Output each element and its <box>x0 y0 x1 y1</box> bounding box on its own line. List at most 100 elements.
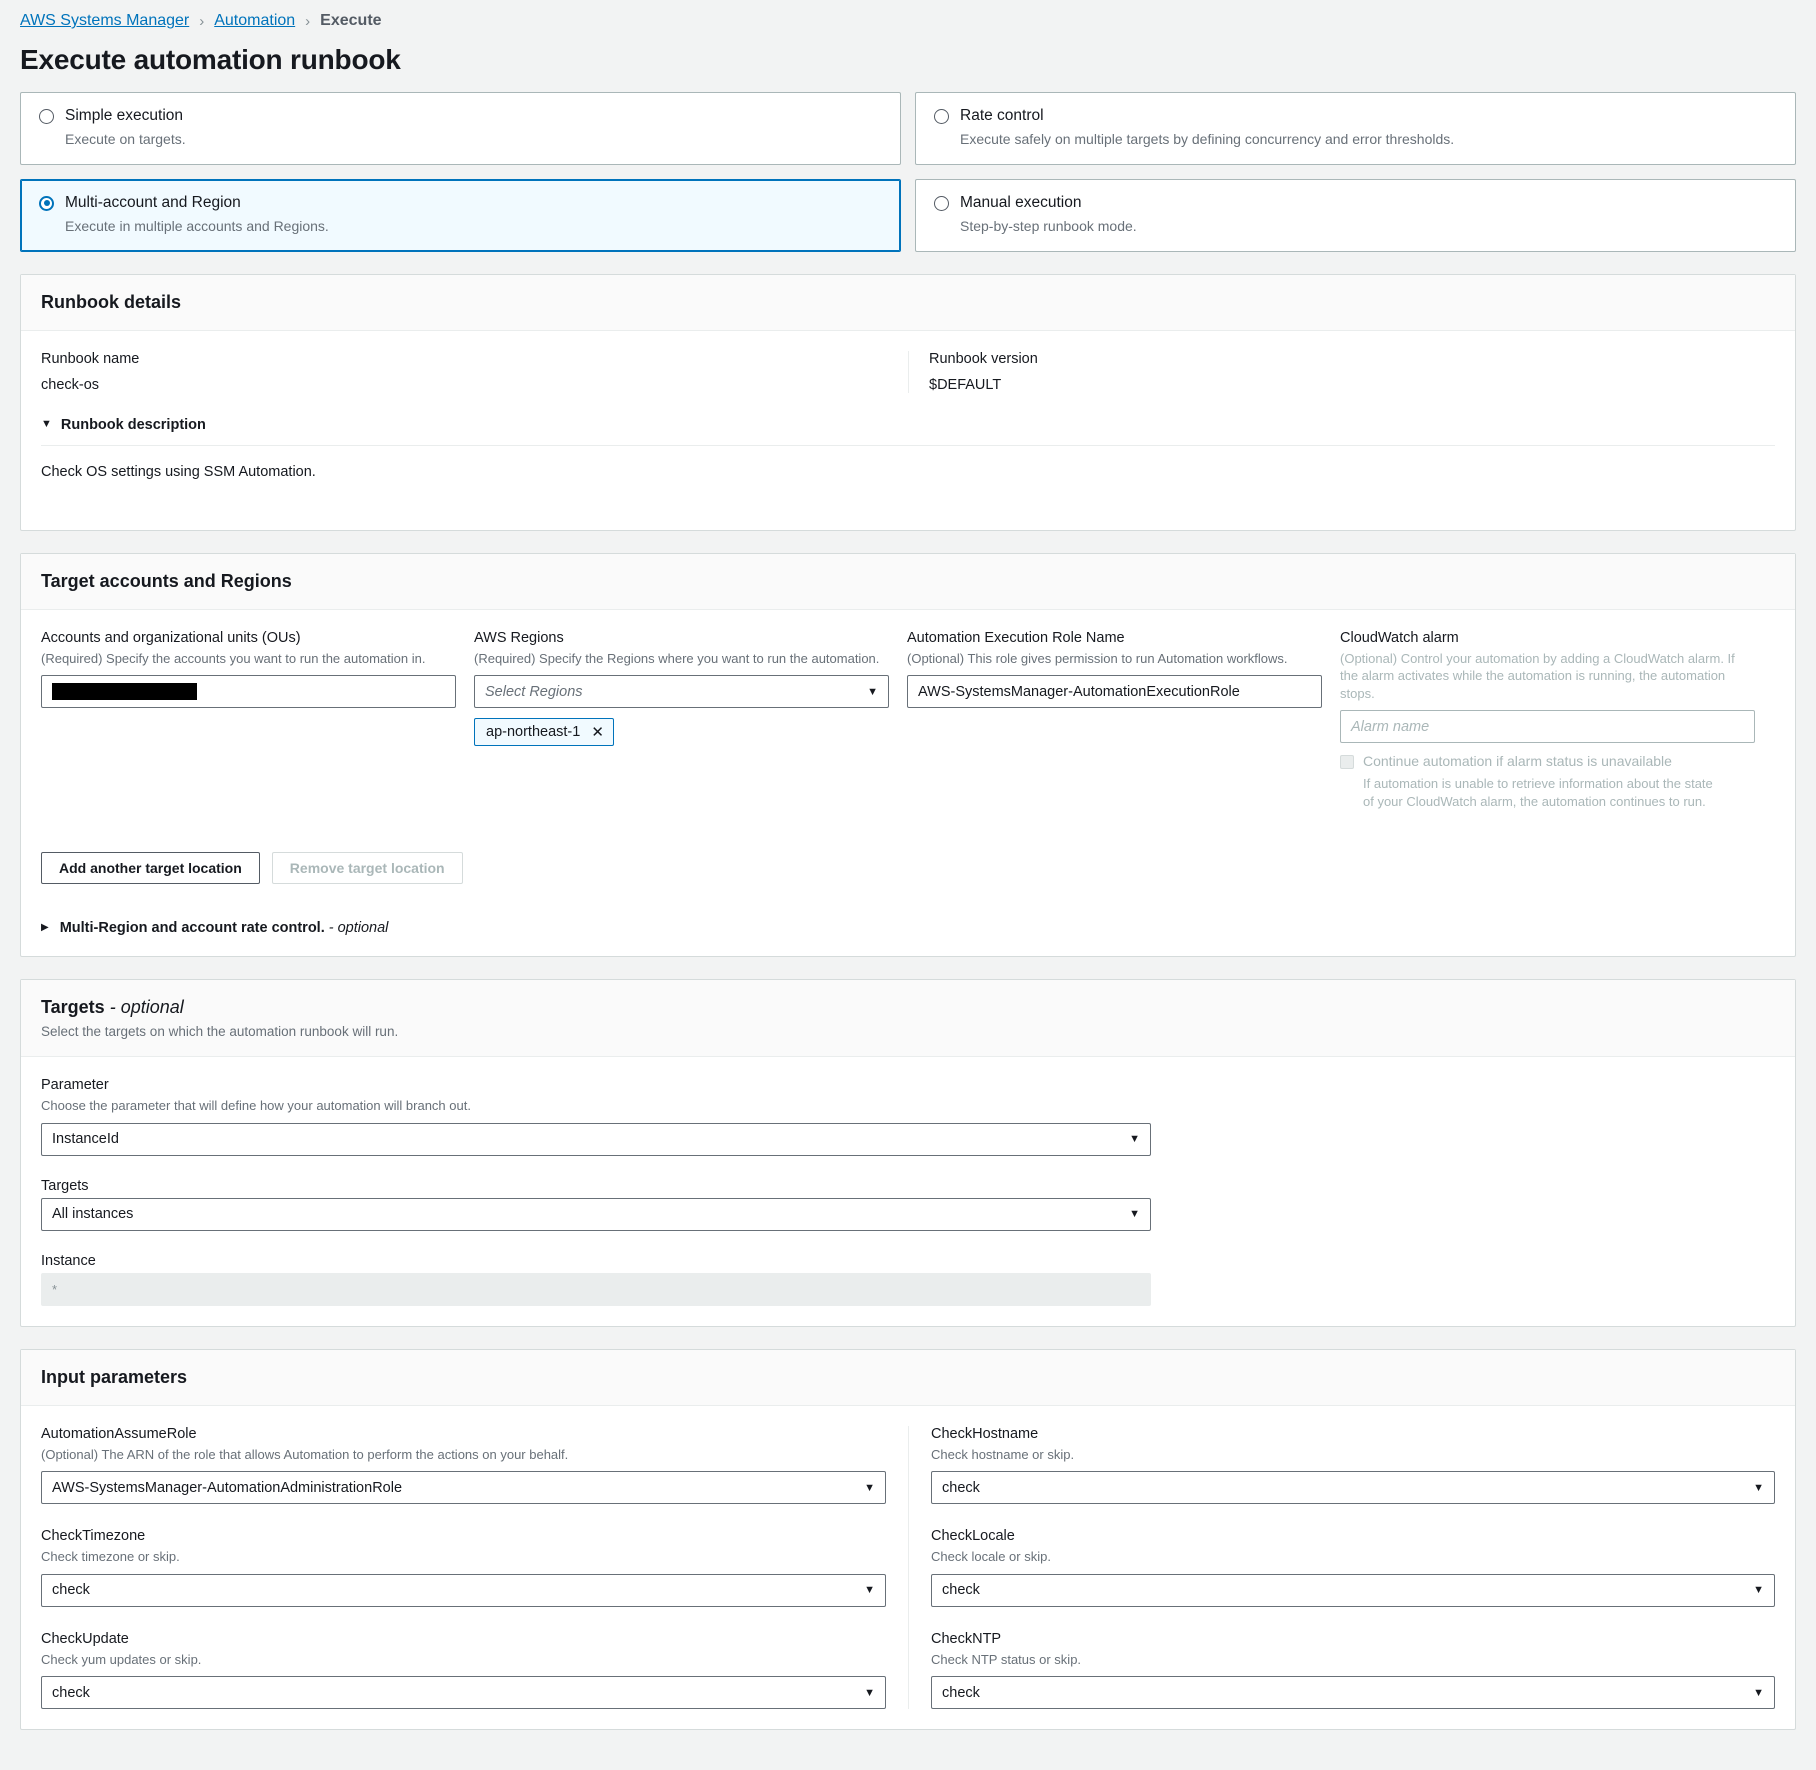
execution-role-input[interactable]: AWS-SystemsManager-AutomationExecutionRo… <box>907 675 1322 709</box>
input-parameters-body: AutomationAssumeRole (Optional) The ARN … <box>21 1406 1795 1730</box>
parameter-select[interactable]: InstanceId ▼ <box>41 1122 1151 1156</box>
add-another-target-location-button[interactable]: Add another target location <box>41 852 260 885</box>
param-label: CheckUpdate <box>41 1630 129 1647</box>
target-location-buttons: Add another target location Remove targe… <box>41 852 1775 885</box>
multi-region-rate-control-toggle[interactable]: ▶ Multi-Region and account rate control.… <box>41 920 1775 936</box>
cloudwatch-alarm-placeholder: Alarm name <box>1351 718 1430 735</box>
targets-title-text: Targets <box>41 997 105 1018</box>
instance-label: Instance <box>41 1252 96 1269</box>
param-select-value: AWS-SystemsManager-AutomationAdministrat… <box>52 1479 403 1496</box>
breadcrumb-item-automation[interactable]: Automation <box>214 12 295 30</box>
param-hint: Check yum updates or skip. <box>41 1651 202 1667</box>
target-accounts-body: Accounts and organizational units (OUs) … <box>21 610 1795 957</box>
runbook-description-toggle-label: Runbook description <box>60 416 206 433</box>
radio-multi-account-and-region[interactable] <box>39 195 54 211</box>
breadcrumb-item-aws-systems-manager[interactable]: AWS Systems Manager <box>20 12 189 30</box>
runbook-description-toggle[interactable]: ▼ Runbook description <box>41 417 1775 433</box>
execution-mode-group: Simple execution Execute on targets. Rat… <box>0 92 1816 252</box>
mode-card-simple-execution[interactable]: Simple execution Execute on targets. <box>20 92 901 165</box>
continue-automation-checkbox[interactable] <box>1340 755 1354 770</box>
runbook-version-label: Runbook version <box>929 350 1038 367</box>
param-select-checkntp[interactable]: check ▼ <box>931 1676 1775 1710</box>
targets-select[interactable]: All instances ▼ <box>41 1197 1151 1231</box>
regions-select-placeholder: Select Regions <box>485 683 583 700</box>
mode-desc-simple-execution: Execute on targets. <box>65 131 186 148</box>
chevron-down-icon: ▼ <box>1753 1584 1764 1597</box>
mode-label-simple-execution: Simple execution <box>65 107 184 124</box>
parameter-hint: Choose the parameter that will define ho… <box>41 1098 471 1114</box>
targets-header: Targets - optional Select the targets on… <box>21 980 1795 1058</box>
execution-role-label: Automation Execution Role Name <box>907 629 1125 646</box>
mode-card-multi-account-and-region[interactable]: Multi-account and Region Execute in mult… <box>20 178 901 252</box>
param-select-checkhostname[interactable]: check ▼ <box>931 1471 1775 1505</box>
breadcrumb-separator-icon: › <box>199 12 205 30</box>
runbook-name-value: check-os <box>41 376 100 393</box>
execute-automation-runbook-page: AWS Systems Manager › Automation › Execu… <box>0 0 1816 1770</box>
param-select-value: check <box>942 1582 980 1599</box>
runbook-version-value: $DEFAULT <box>929 376 1002 393</box>
runbook-details-body: Runbook name check-os Runbook version $D… <box>21 331 1795 530</box>
continue-automation-label: Continue automation if alarm status is u… <box>1363 753 1672 770</box>
close-icon[interactable]: ✕ <box>591 725 604 740</box>
input-parameters-title: Input parameters <box>41 1366 188 1387</box>
targets-subtitle: Select the targets on which the automati… <box>41 1024 399 1040</box>
regions-field-group: AWS Regions (Required) Specify the Regio… <box>474 630 907 811</box>
chevron-down-icon: ▼ <box>1753 1481 1764 1494</box>
param-select-checktimezone[interactable]: check ▼ <box>41 1573 886 1607</box>
param-select-value: check <box>942 1684 980 1701</box>
page-title: Execute automation runbook <box>20 44 401 75</box>
runbook-details-title: Runbook details <box>41 291 182 312</box>
accounts-input[interactable] <box>41 675 456 709</box>
targets-select-value: All instances <box>52 1206 134 1223</box>
param-checkhostname: CheckHostname Check hostname or skip. ch… <box>931 1426 1775 1505</box>
mode-card-rate-control[interactable]: Rate control Execute safely on multiple … <box>915 92 1796 165</box>
radio-manual-execution[interactable] <box>934 195 949 211</box>
radio-simple-execution[interactable] <box>39 109 54 124</box>
accounts-hint: (Required) Specify the accounts you want… <box>41 650 426 666</box>
runbook-description-text: Check OS settings using SSM Automation. <box>41 463 316 480</box>
continue-automation-hint: If automation is unable to retrieve info… <box>1363 776 1713 809</box>
param-automationassumerole: AutomationAssumeRole (Optional) The ARN … <box>41 1426 886 1505</box>
breadcrumb-item-execute: Execute <box>320 12 382 29</box>
multi-region-rate-control-optional: - optional <box>328 920 389 937</box>
radio-rate-control[interactable] <box>934 109 949 124</box>
targets-select-field-group: Targets All instances ▼ <box>41 1178 1775 1231</box>
cloudwatch-alarm-input[interactable]: Alarm name <box>1340 710 1755 744</box>
param-hint: Check locale or skip. <box>931 1549 1051 1565</box>
param-hint: (Optional) The ARN of the role that allo… <box>41 1446 569 1462</box>
chevron-down-icon: ▼ <box>1753 1686 1764 1699</box>
mode-card-manual-execution[interactable]: Manual execution Step-by-step runbook mo… <box>915 178 1796 252</box>
target-accounts-title: Target accounts and Regions <box>41 570 292 591</box>
targets-panel: Targets - optional Select the targets on… <box>20 979 1796 1327</box>
cloudwatch-alarm-label: CloudWatch alarm <box>1340 629 1459 646</box>
param-label: CheckHostname <box>931 1425 1039 1442</box>
mode-label-multi-account-and-region: Multi-account and Region <box>65 193 241 211</box>
breadcrumb: AWS Systems Manager › Automation › Execu… <box>0 0 1816 34</box>
param-select-value: check <box>942 1479 980 1496</box>
regions-hint: (Required) Specify the Regions where you… <box>474 650 880 666</box>
runbook-version-block: Runbook version $DEFAULT <box>908 350 1775 393</box>
targets-body: Parameter Choose the parameter that will… <box>21 1057 1795 1326</box>
remove-target-location-button[interactable]: Remove target location <box>271 852 463 885</box>
continue-automation-checkbox-row[interactable]: Continue automation if alarm status is u… <box>1340 753 1755 770</box>
regions-select[interactable]: Select Regions ▼ <box>474 675 889 709</box>
param-label: CheckNTP <box>931 1630 1002 1647</box>
chevron-down-icon: ▼ <box>1129 1208 1140 1221</box>
param-select-checkupdate[interactable]: check ▼ <box>41 1676 886 1710</box>
param-checkntp: CheckNTP Check NTP status or skip. check… <box>931 1631 1775 1710</box>
region-token-ap-northeast-1[interactable]: ap-northeast-1 ✕ <box>474 718 614 747</box>
accounts-label: Accounts and organizational units (OUs) <box>41 629 301 646</box>
param-select-checklocale[interactable]: check ▼ <box>931 1573 1775 1607</box>
param-label: CheckTimezone <box>41 1528 146 1545</box>
targets-select-label: Targets <box>41 1177 89 1194</box>
param-hint: Check timezone or skip. <box>41 1549 180 1565</box>
param-select-value: check <box>52 1582 90 1599</box>
input-parameters-panel: Input parameters AutomationAssumeRole (O… <box>20 1348 1796 1731</box>
runbook-name-block: Runbook name check-os <box>41 351 908 393</box>
runbook-details-header: Runbook details <box>21 274 1795 331</box>
parameter-field-group: Parameter Choose the parameter that will… <box>41 1077 1775 1156</box>
param-checkupdate: CheckUpdate Check yum updates or skip. c… <box>41 1631 886 1710</box>
param-label: AutomationAssumeRole <box>41 1425 197 1442</box>
param-select-automationassumerole[interactable]: AWS-SystemsManager-AutomationAdministrat… <box>41 1471 886 1505</box>
param-hint: Check hostname or skip. <box>931 1446 1075 1462</box>
